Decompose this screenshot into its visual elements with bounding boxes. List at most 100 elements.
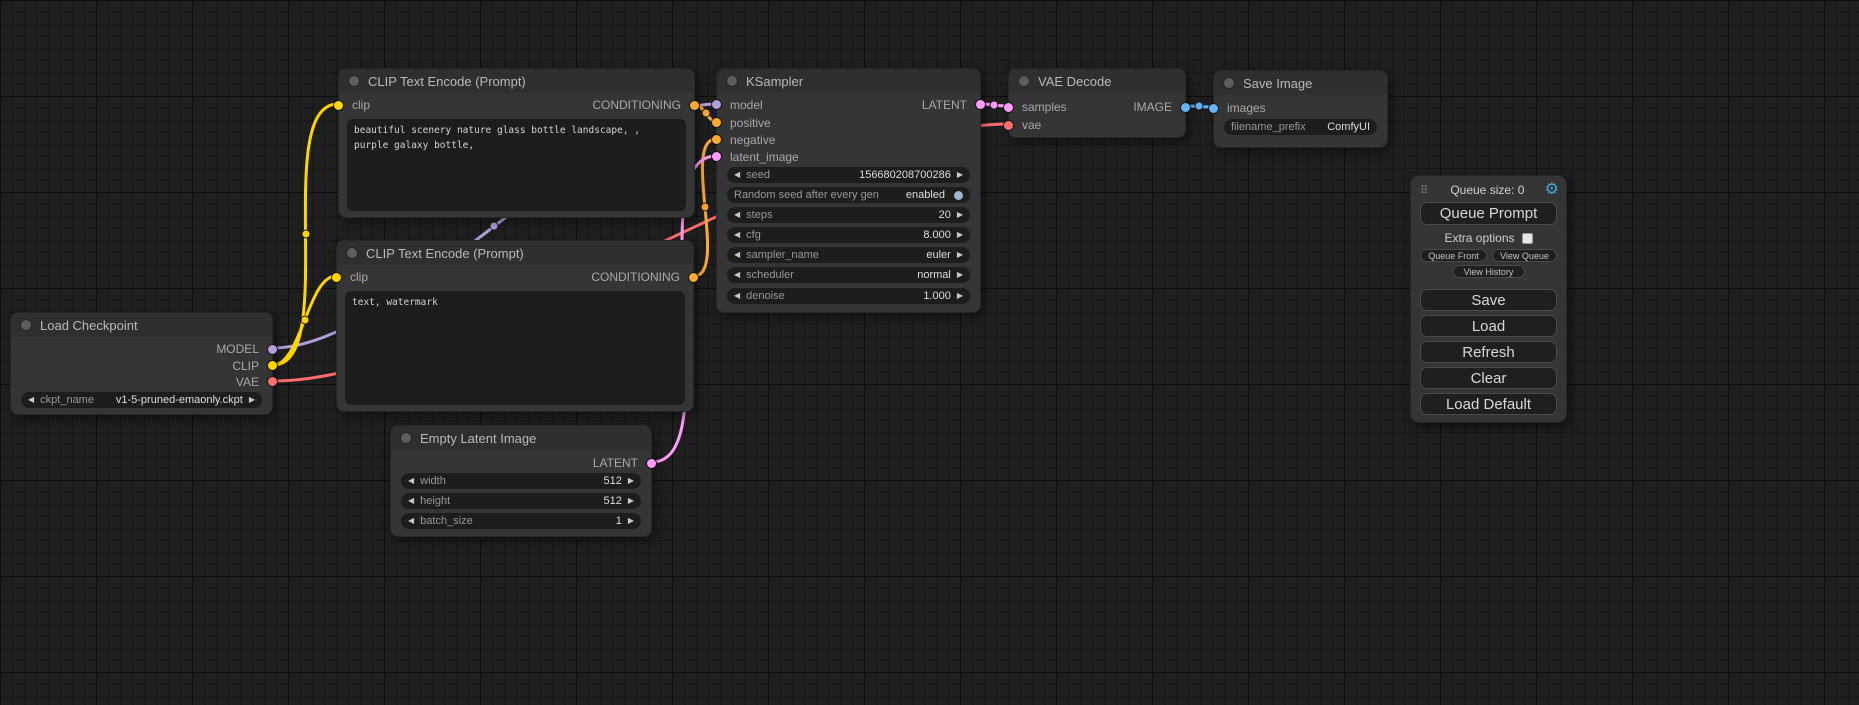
node-graph-canvas[interactable]: Load Checkpoint MODEL CLIP VAE ◀ ckpt_na… [0,0,1859,705]
input-label-model: model [730,97,763,113]
input-label-images: images [1227,100,1266,116]
increment-arrow-icon[interactable]: ▶ [957,227,963,243]
collapse-dot-icon[interactable] [349,76,359,86]
widget-steps[interactable]: ◀ steps 20 ▶ [727,207,970,223]
widget-value: 1.000 [923,290,951,302]
collapse-dot-icon[interactable] [401,433,411,443]
load-button[interactable]: Load [1420,315,1557,337]
output-slot-conditioning[interactable] [689,273,698,282]
drag-handle-icon[interactable]: ⠿ [1418,184,1430,197]
prompt-textarea[interactable]: text, watermark [345,291,685,405]
decrement-arrow-icon[interactable]: ◀ [28,392,34,408]
widget-value: 512 [603,475,621,487]
increment-arrow-icon[interactable]: ▶ [957,247,963,263]
input-slot-samples[interactable] [1004,103,1013,112]
queue-prompt-button[interactable]: Queue Prompt [1420,202,1557,225]
widget-value: 156680208700286 [859,169,951,181]
decrement-arrow-icon[interactable]: ◀ [734,288,740,304]
output-label-conditioning: CONDITIONING [591,269,680,285]
node-title-bar[interactable]: VAE Decode [1009,69,1185,93]
widget-cfg[interactable]: ◀ cfg 8.000 ▶ [727,227,970,243]
decrement-arrow-icon[interactable]: ◀ [734,227,740,243]
decrement-arrow-icon[interactable]: ◀ [408,493,414,509]
toggle-knob-icon[interactable] [954,191,963,200]
decrement-arrow-icon[interactable]: ◀ [408,513,414,529]
save-button[interactable]: Save [1420,289,1557,311]
node-title-bar[interactable]: Load Checkpoint [11,313,272,337]
increment-arrow-icon[interactable]: ▶ [628,513,634,529]
widget-name: scheduler [746,269,794,281]
widget-value: euler [926,249,950,261]
input-label-clip: clip [352,97,370,113]
input-slot-positive[interactable] [712,118,721,127]
input-slot-clip[interactable] [334,101,343,110]
view-history-button[interactable]: View History [1453,265,1525,278]
clear-button[interactable]: Clear [1420,367,1557,389]
node-title-bar[interactable]: CLIP Text Encode (Prompt) [337,241,693,265]
increment-arrow-icon[interactable]: ▶ [249,392,255,408]
widget-batch-size[interactable]: ◀ batch_size 1 ▶ [401,513,641,529]
increment-arrow-icon[interactable]: ▶ [957,207,963,223]
collapse-dot-icon[interactable] [727,76,737,86]
queue-front-button[interactable]: Queue Front [1420,249,1487,262]
widget-ckpt-name[interactable]: ◀ ckpt_name v1-5-pruned-emaonly.ckpt ▶ [21,392,262,408]
increment-arrow-icon[interactable]: ▶ [628,493,634,509]
output-slot-latent[interactable] [647,459,656,468]
decrement-arrow-icon[interactable]: ◀ [408,473,414,489]
refresh-button[interactable]: Refresh [1420,341,1557,363]
output-slot-conditioning[interactable] [690,101,699,110]
node-title: CLIP Text Encode (Prompt) [368,74,526,89]
widget-seed[interactable]: ◀ seed 156680208700286 ▶ [727,167,970,183]
collapse-dot-icon[interactable] [347,248,357,258]
load-default-button[interactable]: Load Default [1420,393,1557,415]
widget-scheduler[interactable]: ◀ scheduler normal ▶ [727,267,970,283]
node-title-bar[interactable]: KSampler [717,69,980,93]
increment-arrow-icon[interactable]: ▶ [628,473,634,489]
input-slot-images[interactable] [1209,104,1218,113]
wire-clip-positive-dot [302,230,310,238]
output-slot-model[interactable] [268,345,277,354]
node-clip-text-encode-negative[interactable]: CLIP Text Encode (Prompt) clip CONDITION… [336,240,694,412]
settings-gear-icon[interactable]: ⚙ [1545,182,1559,198]
increment-arrow-icon[interactable]: ▶ [957,288,963,304]
input-slot-negative[interactable] [712,135,721,144]
input-slot-model[interactable] [712,100,721,109]
increment-arrow-icon[interactable]: ▶ [957,267,963,283]
node-clip-text-encode-positive[interactable]: CLIP Text Encode (Prompt) clip CONDITION… [338,68,695,218]
input-slot-clip[interactable] [332,273,341,282]
node-title-bar[interactable]: Empty Latent Image [391,426,651,450]
decrement-arrow-icon[interactable]: ◀ [734,247,740,263]
comfy-menu-panel[interactable]: ⠿ Queue size: 0 ⚙ Queue Prompt Extra opt… [1410,175,1567,423]
collapse-dot-icon[interactable] [21,320,31,330]
widget-height[interactable]: ◀ height 512 ▶ [401,493,641,509]
prompt-textarea[interactable]: beautiful scenery nature glass bottle la… [347,119,686,211]
increment-arrow-icon[interactable]: ▶ [957,167,963,183]
output-slot-vae[interactable] [268,377,277,386]
output-slot-latent[interactable] [976,100,985,109]
widget-filename-prefix[interactable]: filename_prefix ComfyUI [1224,119,1377,135]
output-slot-clip[interactable] [268,361,277,370]
widget-sampler-name[interactable]: ◀ sampler_name euler ▶ [727,247,970,263]
node-title-bar[interactable]: Save Image [1214,71,1387,95]
decrement-arrow-icon[interactable]: ◀ [734,207,740,223]
collapse-dot-icon[interactable] [1019,76,1029,86]
collapse-dot-icon[interactable] [1224,78,1234,88]
view-queue-button[interactable]: View Queue [1492,249,1557,262]
decrement-arrow-icon[interactable]: ◀ [734,267,740,283]
node-load-checkpoint[interactable]: Load Checkpoint MODEL CLIP VAE ◀ ckpt_na… [10,312,273,415]
node-ksampler[interactable]: KSampler model positive negative latent_… [716,68,981,313]
node-vae-decode[interactable]: VAE Decode samples vae IMAGE [1008,68,1186,138]
widget-width[interactable]: ◀ width 512 ▶ [401,473,641,489]
widget-random-seed-toggle[interactable]: Random seed after every gen enabled [727,187,970,203]
node-empty-latent-image[interactable]: Empty Latent Image LATENT ◀ width 512 ▶ … [390,425,652,537]
input-slot-vae[interactable] [1004,121,1013,130]
extra-options-checkbox[interactable] [1522,233,1533,244]
node-title: KSampler [746,74,803,89]
output-label-latent: LATENT [922,97,967,113]
widget-denoise[interactable]: ◀ denoise 1.000 ▶ [727,288,970,304]
node-title-bar[interactable]: CLIP Text Encode (Prompt) [339,69,694,93]
decrement-arrow-icon[interactable]: ◀ [734,167,740,183]
input-slot-latent-image[interactable] [712,152,721,161]
node-save-image[interactable]: Save Image images filename_prefix ComfyU… [1213,70,1388,148]
output-slot-image[interactable] [1181,103,1190,112]
